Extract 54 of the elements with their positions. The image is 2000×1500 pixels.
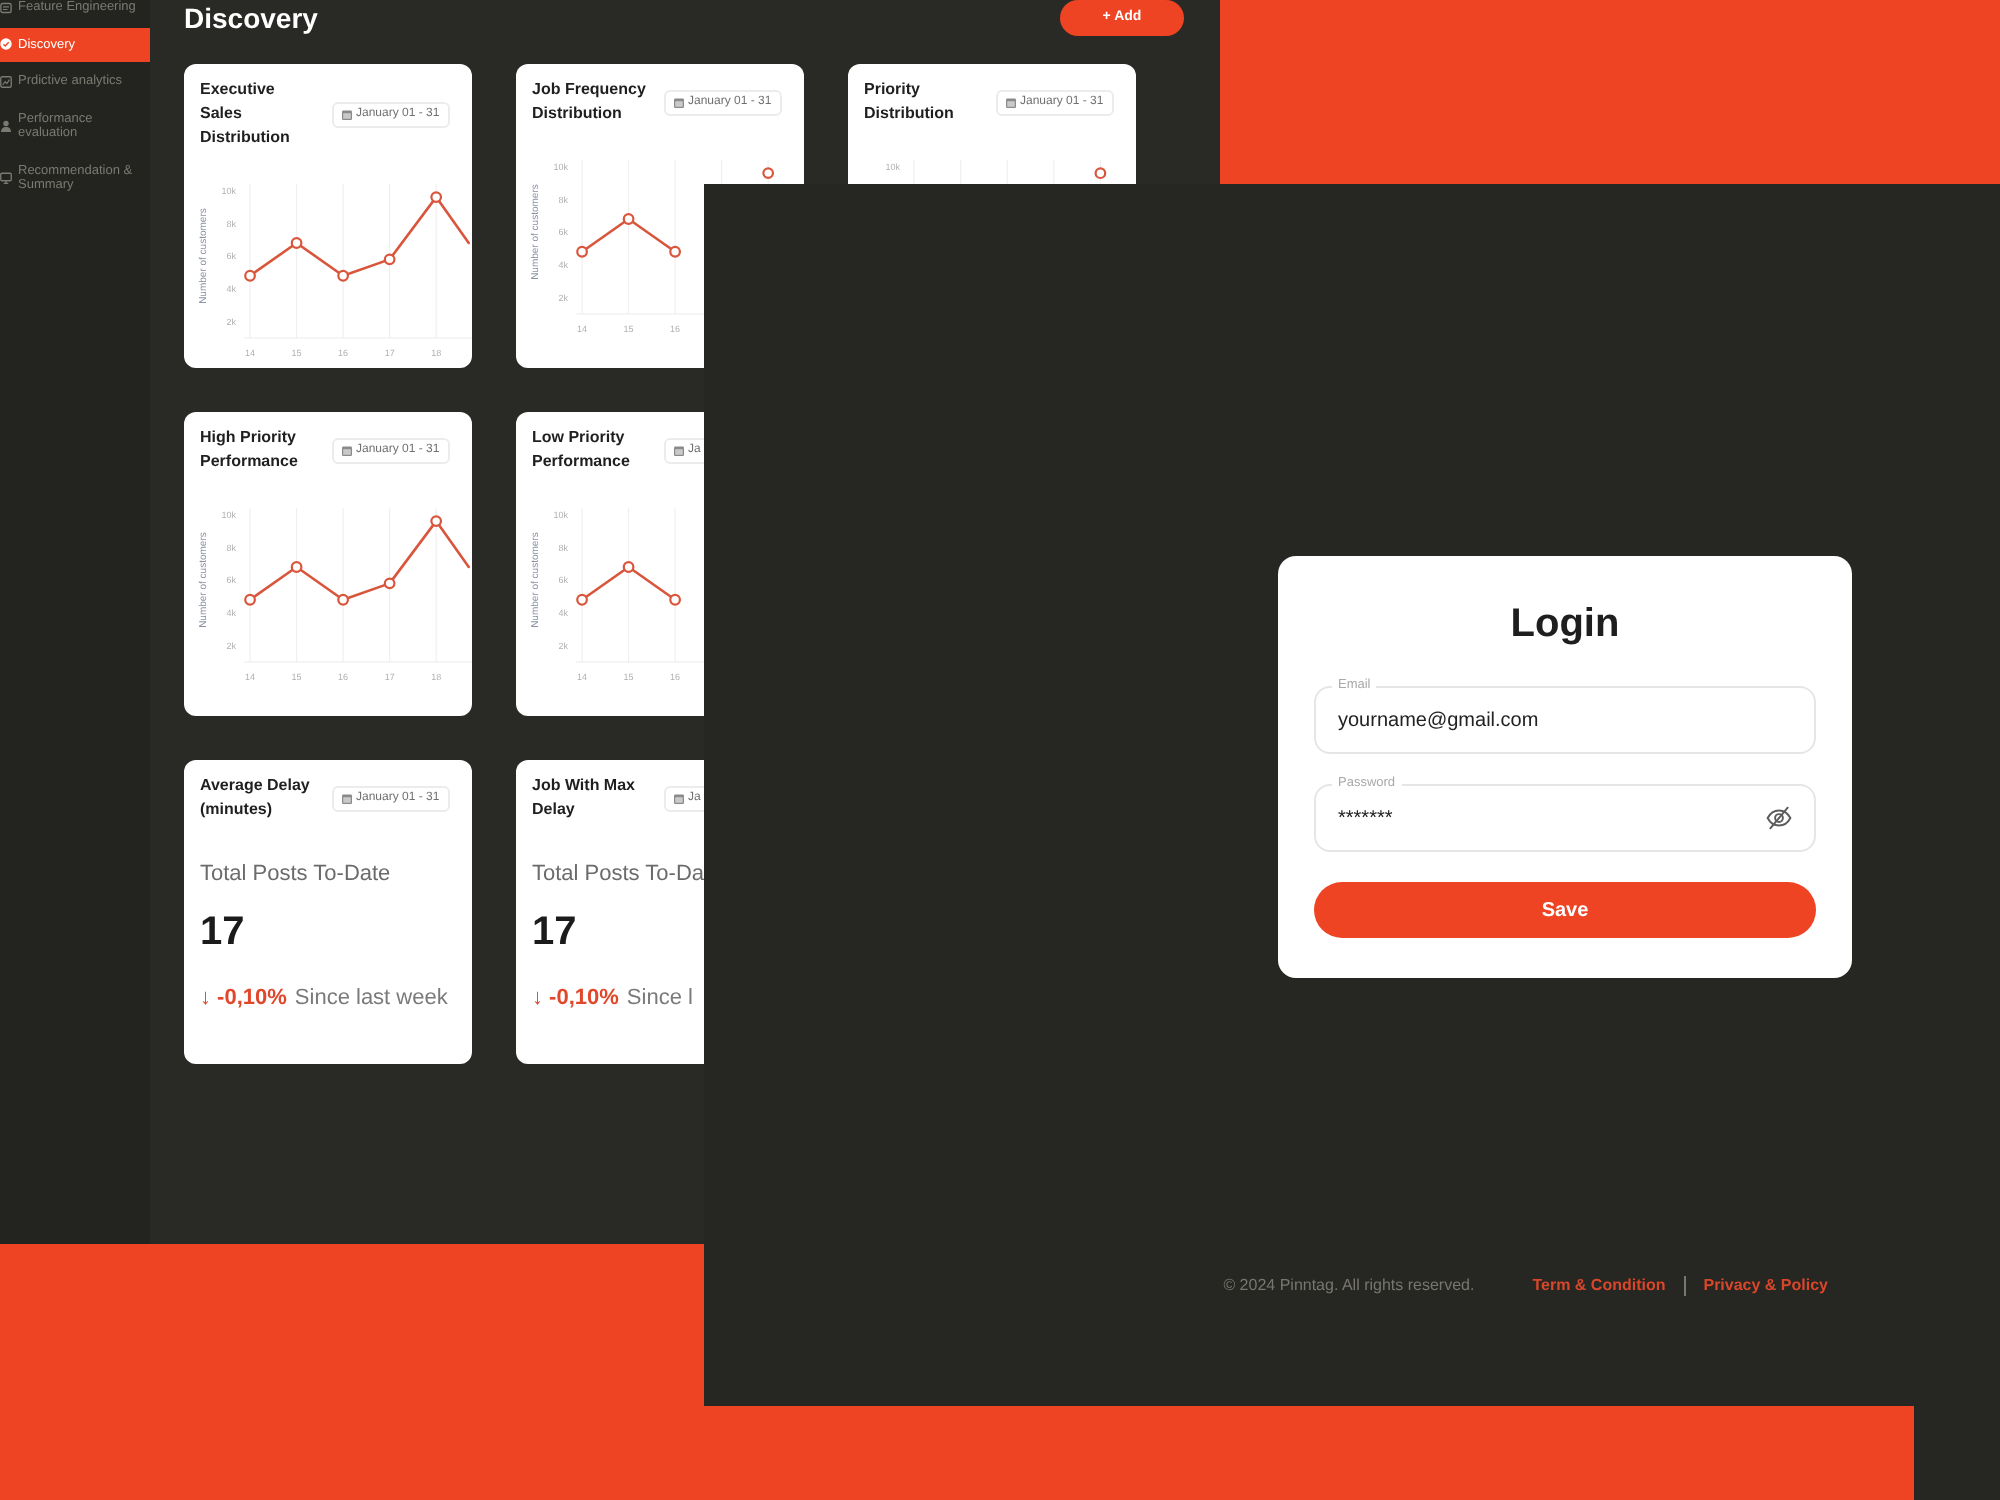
data-point bbox=[244, 269, 256, 282]
data-point bbox=[290, 561, 303, 573]
calendar-icon bbox=[674, 97, 684, 107]
data-point bbox=[669, 245, 681, 258]
login-title: Login bbox=[1508, 600, 1622, 648]
footer-link[interactable]: Term & Condition bbox=[1532, 1276, 1666, 1296]
data-point bbox=[1094, 167, 1107, 180]
copyright-text: © 2024 Pinntag. All rights reserved. bbox=[1223, 1276, 1475, 1296]
data-point bbox=[337, 593, 349, 606]
metric-value: 17 bbox=[200, 908, 245, 956]
metric-label: Total Posts To-Date bbox=[200, 860, 391, 888]
data-point bbox=[576, 245, 588, 258]
change-value: ↓ -0,10% bbox=[200, 984, 287, 1012]
calendar-icon bbox=[1006, 97, 1016, 107]
data-point bbox=[622, 213, 635, 225]
change-period: Since last week bbox=[294, 984, 448, 1012]
data-point bbox=[383, 577, 396, 590]
card-title: High Priority Performance bbox=[200, 426, 300, 474]
card-title: Executive Sales Distribution bbox=[200, 78, 292, 150]
data-point bbox=[576, 593, 588, 606]
calendar-icon bbox=[674, 445, 684, 455]
person-icon bbox=[0, 120, 12, 132]
change-period: Since l bbox=[626, 984, 693, 1012]
data-point bbox=[669, 593, 681, 606]
list-icon bbox=[0, 1, 12, 14]
card-title: Average Delay (minutes) bbox=[200, 774, 312, 822]
data-point bbox=[290, 237, 303, 249]
chart-icon bbox=[0, 75, 12, 88]
card-title: Low Priority Performance bbox=[532, 426, 632, 474]
card-title: Priority Distribution bbox=[864, 78, 956, 126]
calendar-icon bbox=[342, 445, 352, 455]
data-point bbox=[430, 515, 443, 527]
eye-slash-icon[interactable] bbox=[1766, 806, 1792, 830]
calendar-icon bbox=[342, 793, 352, 803]
check-circle-icon bbox=[0, 38, 12, 51]
change-value: ↓ -0,10% bbox=[532, 984, 619, 1012]
card-title: Job With Max Delay bbox=[532, 774, 637, 822]
data-point bbox=[762, 167, 775, 179]
calendar-icon bbox=[674, 793, 684, 803]
data-point bbox=[622, 561, 635, 573]
data-point bbox=[244, 593, 256, 606]
password-field[interactable]: ******* bbox=[1314, 784, 1816, 852]
data-point bbox=[337, 269, 349, 282]
email-field[interactable]: yourname@gmail.com bbox=[1314, 686, 1816, 754]
data-point bbox=[430, 191, 443, 203]
metric-label: Total Posts To-Da bbox=[532, 860, 705, 888]
footer-link[interactable]: Privacy & Policy bbox=[1703, 1276, 1828, 1296]
metric-value: 17 bbox=[532, 908, 577, 956]
monitor-icon bbox=[0, 172, 12, 184]
data-point bbox=[383, 253, 396, 266]
page-title: Discovery bbox=[184, 0, 318, 36]
card-title: Job Frequency Distribution bbox=[532, 78, 648, 126]
save-button[interactable]: Save bbox=[1314, 882, 1816, 938]
calendar-icon bbox=[342, 109, 352, 119]
